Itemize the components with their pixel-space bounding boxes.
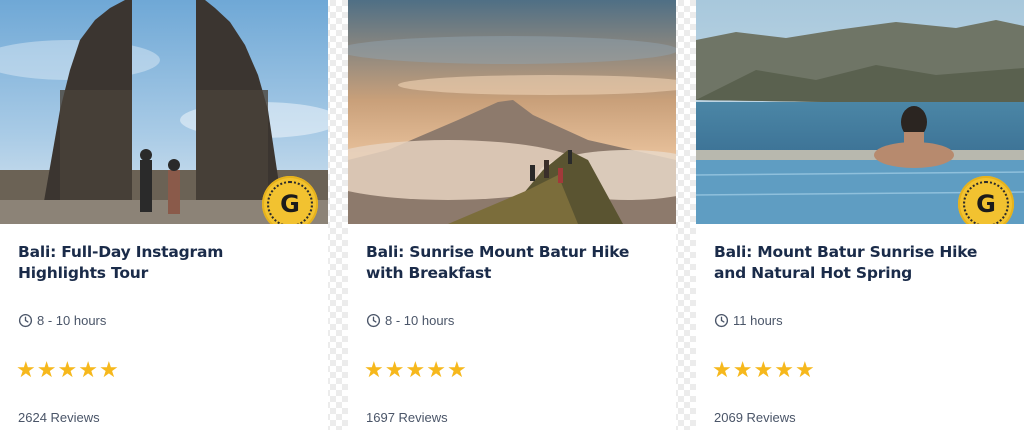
duration-text: 11 hours — [733, 313, 783, 328]
star-icon: ★ — [57, 358, 78, 383]
rating-stars: ★ ★ ★ ★ ★ — [364, 360, 467, 382]
star-icon: ★ — [78, 358, 98, 383]
activity-image-temple-gate[interactable]: G — [0, 0, 328, 224]
star-icon: ★ — [794, 358, 815, 383]
getyourguide-original-badge-icon: G — [958, 176, 1014, 224]
rating-stars: ★ ★ ★ ★ ★ — [16, 360, 119, 382]
duration-text: 8 - 10 hours — [385, 313, 455, 328]
star-icon: ★ — [98, 358, 119, 383]
review-count: 2069 Reviews — [714, 410, 796, 425]
mount-batur-sunrise-photo — [348, 0, 676, 224]
activity-title[interactable]: Bali: Sunrise Mount Batur Hike with Brea… — [366, 242, 662, 284]
clock-icon — [366, 313, 381, 328]
activity-card[interactable]: G Bali: Mount Batur Sunrise Hike and Nat… — [696, 0, 1024, 430]
activity-title[interactable]: Bali: Mount Batur Sunrise Hike and Natur… — [714, 242, 1010, 284]
star-icon: ★ — [732, 358, 753, 383]
activity-title[interactable]: Bali: Full-Day Instagram Highlights Tour — [18, 242, 314, 284]
activity-image-hot-spring[interactable]: G — [696, 0, 1024, 224]
activity-duration: 8 - 10 hours — [366, 313, 454, 328]
clock-icon — [714, 313, 729, 328]
activity-duration: 8 - 10 hours — [18, 313, 106, 328]
star-icon: ★ — [753, 358, 774, 383]
review-count: 1697 Reviews — [366, 410, 448, 425]
star-icon: ★ — [774, 358, 794, 383]
star-icon: ★ — [712, 358, 732, 383]
star-icon: ★ — [426, 358, 446, 383]
star-icon: ★ — [16, 358, 36, 383]
review-count: 2624 Reviews — [18, 410, 100, 425]
activity-card[interactable]: Bali: Sunrise Mount Batur Hike with Brea… — [348, 0, 676, 430]
star-icon: ★ — [405, 358, 426, 383]
star-icon: ★ — [446, 358, 467, 383]
getyourguide-original-badge-icon: G — [262, 176, 318, 224]
star-icon: ★ — [384, 358, 405, 383]
star-icon: ★ — [364, 358, 384, 383]
duration-text: 8 - 10 hours — [37, 313, 107, 328]
rating-stars: ★ ★ ★ ★ ★ — [712, 360, 815, 382]
activity-image-mount-batur[interactable] — [348, 0, 676, 224]
activity-duration: 11 hours — [714, 313, 783, 328]
star-icon: ★ — [36, 358, 57, 383]
activity-card[interactable]: G Bali: Full-Day Instagram Highlights To… — [0, 0, 328, 430]
clock-icon — [18, 313, 33, 328]
